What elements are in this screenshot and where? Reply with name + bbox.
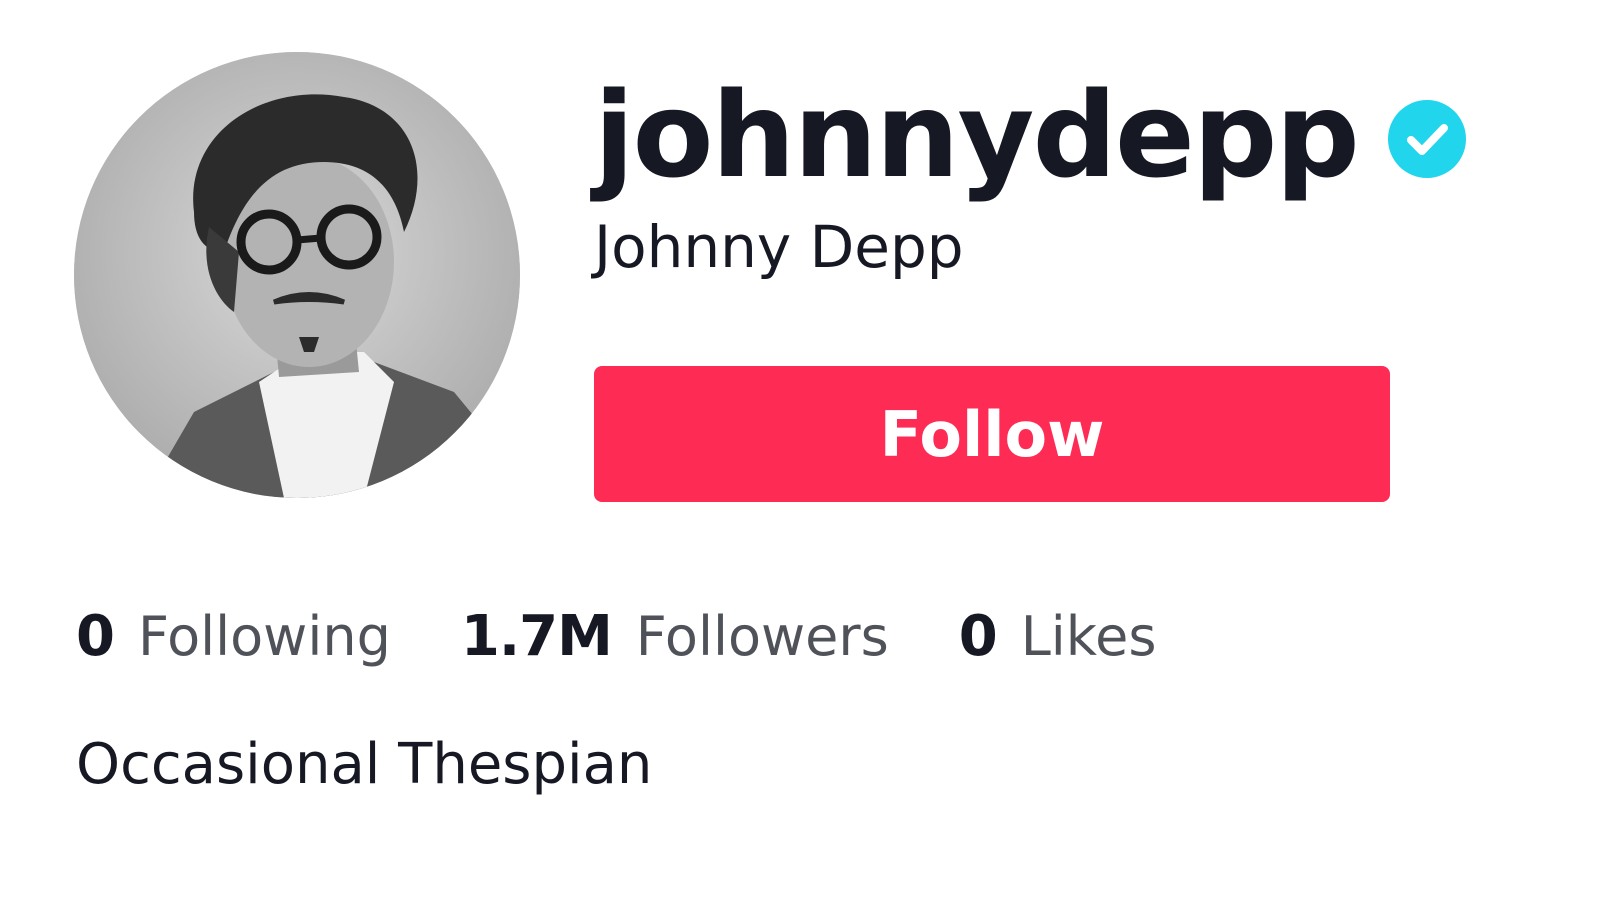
profile-stats: 0 Following 1.7M Followers 0 Likes [76,604,1227,669]
username: johnnydepp [594,66,1360,204]
follow-button[interactable]: Follow [594,366,1390,502]
stat-following[interactable]: 0 Following [76,604,391,669]
avatar-photo [74,52,520,498]
stat-likes: 0 Likes [959,604,1157,669]
following-count: 0 [76,604,115,669]
profile-header: johnnydepp Johnny Depp Follow 0 Followin… [0,0,1600,900]
display-name: Johnny Depp [594,213,964,281]
stat-followers[interactable]: 1.7M Followers [461,604,889,669]
likes-count: 0 [958,604,998,669]
profile-info: johnnydepp Johnny Depp [594,60,1466,281]
username-row: johnnydepp [594,60,1466,210]
verified-checkmark-icon [1387,100,1466,178]
following-label: Following [137,605,391,668]
likes-label: Likes [1020,605,1157,668]
bio: Occasional Thespian [76,732,653,797]
followers-count: 1.7M [460,604,613,669]
followers-label: Followers [635,605,889,668]
avatar[interactable] [74,52,520,498]
